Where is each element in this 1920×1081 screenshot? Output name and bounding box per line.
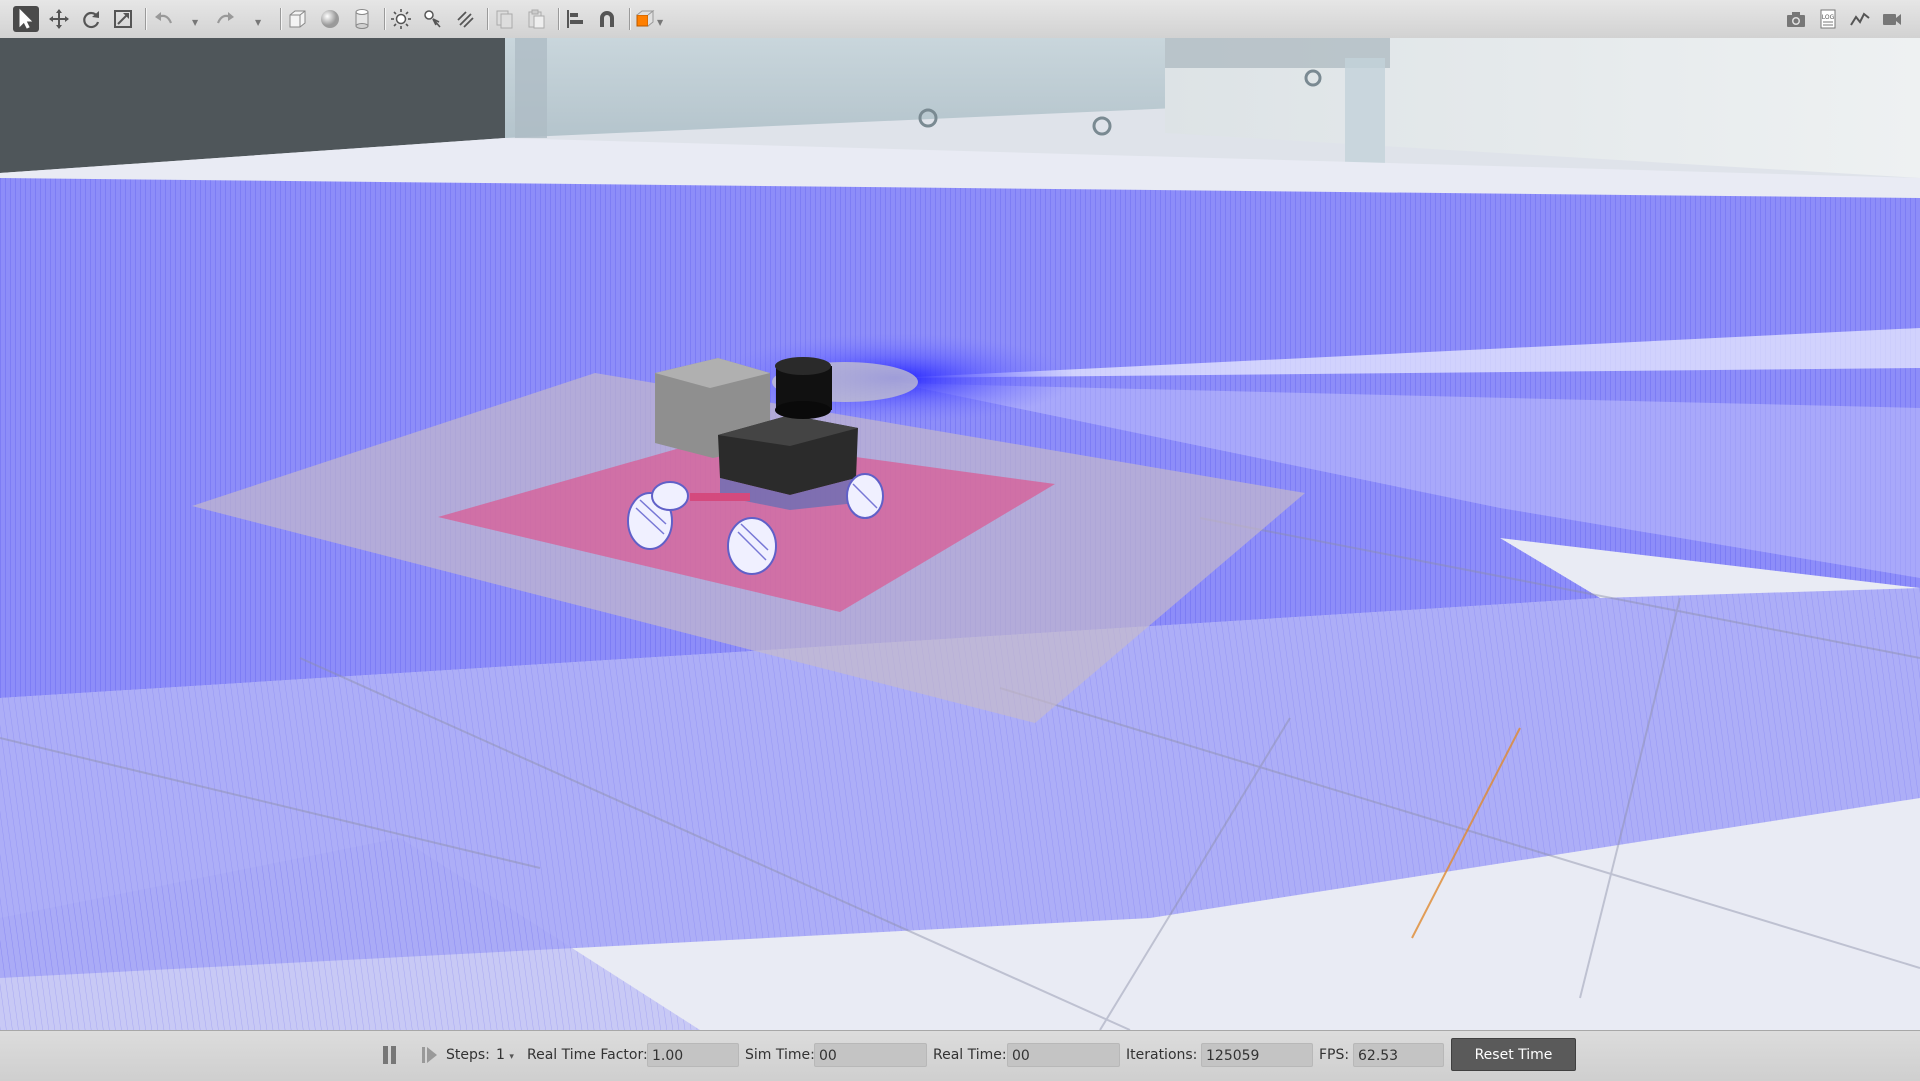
toolbar-separator bbox=[145, 8, 147, 30]
steps-label: Steps: bbox=[446, 1047, 490, 1063]
log-icon-label: LOG bbox=[1822, 14, 1835, 21]
step-icon[interactable] bbox=[420, 1046, 438, 1064]
video-camera-icon[interactable] bbox=[1879, 6, 1905, 32]
reset-time-button[interactable]: Reset Time bbox=[1451, 1038, 1576, 1071]
steps-value: 1 bbox=[496, 1047, 505, 1063]
translate-mode-icon[interactable] bbox=[46, 6, 72, 32]
undo-dropdown-icon[interactable]: ▼ bbox=[192, 18, 198, 27]
real-time-field: 00 00:02:06.377 bbox=[1007, 1043, 1120, 1067]
pause-icon[interactable] bbox=[382, 1046, 398, 1064]
view-cube-icon[interactable] bbox=[632, 6, 658, 32]
log-icon[interactable]: LOG bbox=[1815, 6, 1841, 32]
camera-icon[interactable] bbox=[1783, 6, 1809, 32]
glass-pillar bbox=[515, 38, 547, 138]
toolbar-separator bbox=[629, 8, 631, 30]
spot-light-icon[interactable] bbox=[420, 6, 446, 32]
redo-icon[interactable] bbox=[213, 6, 239, 32]
fps-label: FPS: bbox=[1319, 1047, 1350, 1063]
real-time-label: Real Time: bbox=[933, 1047, 1007, 1063]
scale-mode-icon[interactable] bbox=[110, 6, 136, 32]
wheel-rear-left bbox=[651, 481, 689, 511]
steps-spinbox[interactable]: 1 ▾ bbox=[496, 1047, 514, 1063]
select-mode-icon[interactable] bbox=[13, 6, 39, 32]
3d-scene-viewport[interactable] bbox=[0, 38, 1920, 1030]
lidar-sensor-bottom bbox=[775, 401, 831, 419]
point-light-icon[interactable] bbox=[388, 6, 414, 32]
real-time-factor-field: 1.00 bbox=[647, 1043, 739, 1067]
status-bar: Steps: 1 ▾ Real Time Factor: 1.00 Sim Ti… bbox=[0, 1030, 1920, 1081]
rotate-mode-icon[interactable] bbox=[78, 6, 104, 32]
copy-icon[interactable] bbox=[491, 6, 517, 32]
toolbar-separator bbox=[558, 8, 560, 30]
toolbar-separator bbox=[487, 8, 489, 30]
align-icon[interactable] bbox=[562, 6, 588, 32]
toolbar-separator bbox=[384, 8, 386, 30]
robot-front-bumper bbox=[690, 493, 750, 501]
main-toolbar: ▼ ▼ ▼ LOG bbox=[0, 0, 1920, 39]
fps-field: 62.53 bbox=[1353, 1043, 1444, 1067]
undo-icon[interactable] bbox=[150, 6, 176, 32]
sphere-icon[interactable] bbox=[317, 6, 343, 32]
sim-time-field: 00 00:02:05.059 bbox=[814, 1043, 927, 1067]
view-dropdown-icon[interactable]: ▼ bbox=[657, 18, 663, 27]
steps-dropdown-icon: ▾ bbox=[509, 1052, 514, 1062]
box-icon[interactable] bbox=[284, 6, 310, 32]
toolbar-separator bbox=[280, 8, 282, 30]
lidar-sensor-top bbox=[775, 357, 831, 375]
gazebo-3d-scene[interactable] bbox=[0, 38, 1920, 1030]
sim-time-label: Sim Time: bbox=[745, 1047, 815, 1063]
magnet-icon[interactable] bbox=[594, 6, 620, 32]
redo-dropdown-icon[interactable]: ▼ bbox=[255, 18, 261, 27]
cylinder-icon[interactable] bbox=[349, 6, 375, 32]
real-time-factor-label: Real Time Factor: bbox=[527, 1047, 648, 1063]
directional-light-icon[interactable] bbox=[452, 6, 478, 32]
paste-icon[interactable] bbox=[523, 6, 549, 32]
iterations-label: Iterations: bbox=[1126, 1047, 1198, 1063]
iterations-field: 125059 bbox=[1201, 1043, 1313, 1067]
plot-icon[interactable] bbox=[1847, 6, 1873, 32]
